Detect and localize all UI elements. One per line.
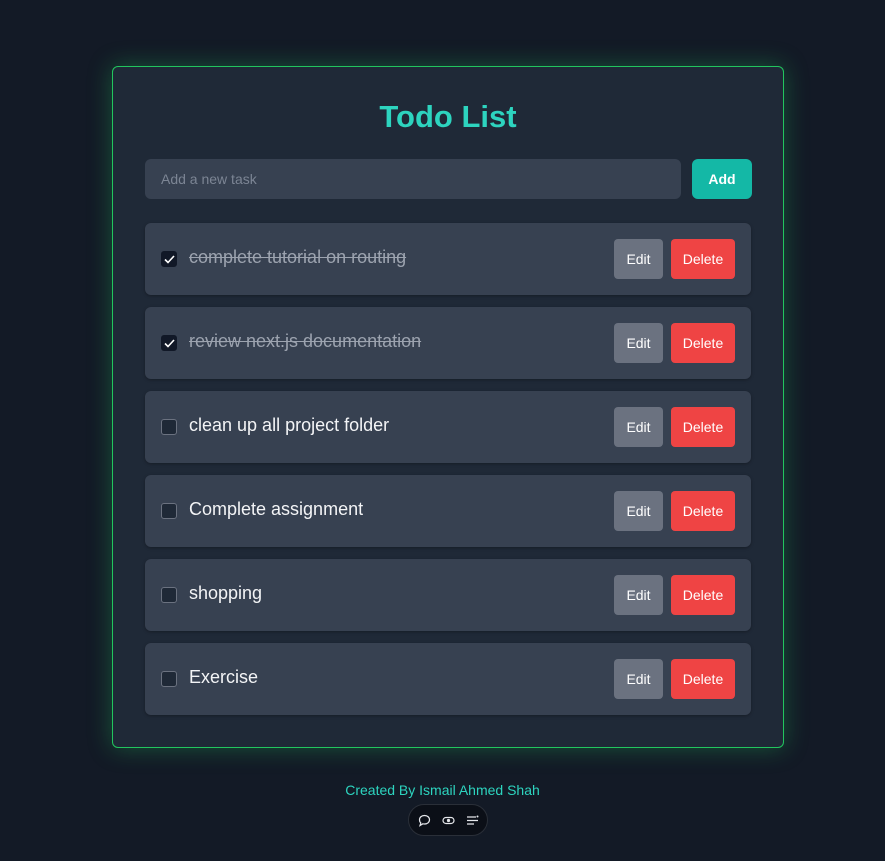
checkmark-icon — [163, 338, 175, 348]
floating-toolbar — [408, 804, 488, 836]
todo-item: Exercise Edit Delete — [145, 643, 751, 715]
edit-button[interactable]: Edit — [614, 659, 663, 699]
todo-card: Todo List Add complete tutorial on routi… — [112, 66, 784, 748]
eye-icon[interactable] — [441, 813, 455, 827]
add-button[interactable]: Add — [692, 159, 752, 199]
delete-button[interactable]: Delete — [671, 575, 735, 615]
todo-checkbox[interactable] — [161, 419, 177, 435]
todo-item: Complete assignment Edit Delete — [145, 475, 751, 547]
todo-text: complete tutorial on routing — [189, 247, 407, 267]
todo-item: shopping Edit Delete — [145, 559, 751, 631]
todo-checkbox[interactable] — [161, 251, 177, 267]
delete-button[interactable]: Delete — [671, 659, 735, 699]
edit-button[interactable]: Edit — [614, 575, 663, 615]
footer-credit: Created By Ismail Ahmed Shah — [345, 782, 540, 798]
todo-text: Exercise — [189, 667, 259, 687]
todo-text: shopping — [189, 583, 263, 603]
todo-text: Complete assignment — [189, 499, 364, 519]
delete-button[interactable]: Delete — [671, 491, 735, 531]
page-title: Todo List — [379, 99, 517, 134]
delete-button[interactable]: Delete — [671, 323, 735, 363]
todo-text: review next.js documentation — [189, 331, 422, 351]
todo-text: clean up all project folder — [189, 415, 390, 435]
todo-list: complete tutorial on routing Edit Delete… — [145, 223, 751, 727]
todo-checkbox[interactable] — [161, 671, 177, 687]
todo-item: complete tutorial on routing Edit Delete — [145, 223, 751, 295]
todo-checkbox[interactable] — [161, 503, 177, 519]
todo-item: clean up all project folder Edit Delete — [145, 391, 751, 463]
todo-checkbox[interactable] — [161, 335, 177, 351]
delete-button[interactable]: Delete — [671, 407, 735, 447]
chat-icon[interactable] — [417, 813, 431, 827]
edit-button[interactable]: Edit — [614, 239, 663, 279]
todo-checkbox[interactable] — [161, 587, 177, 603]
delete-button[interactable]: Delete — [671, 239, 735, 279]
edit-button[interactable]: Edit — [614, 323, 663, 363]
edit-button[interactable]: Edit — [614, 491, 663, 531]
checkmark-icon — [163, 254, 175, 264]
todo-item: review next.js documentation Edit Delete — [145, 307, 751, 379]
menu-icon[interactable] — [465, 813, 479, 827]
edit-button[interactable]: Edit — [614, 407, 663, 447]
new-task-input[interactable] — [145, 159, 681, 199]
